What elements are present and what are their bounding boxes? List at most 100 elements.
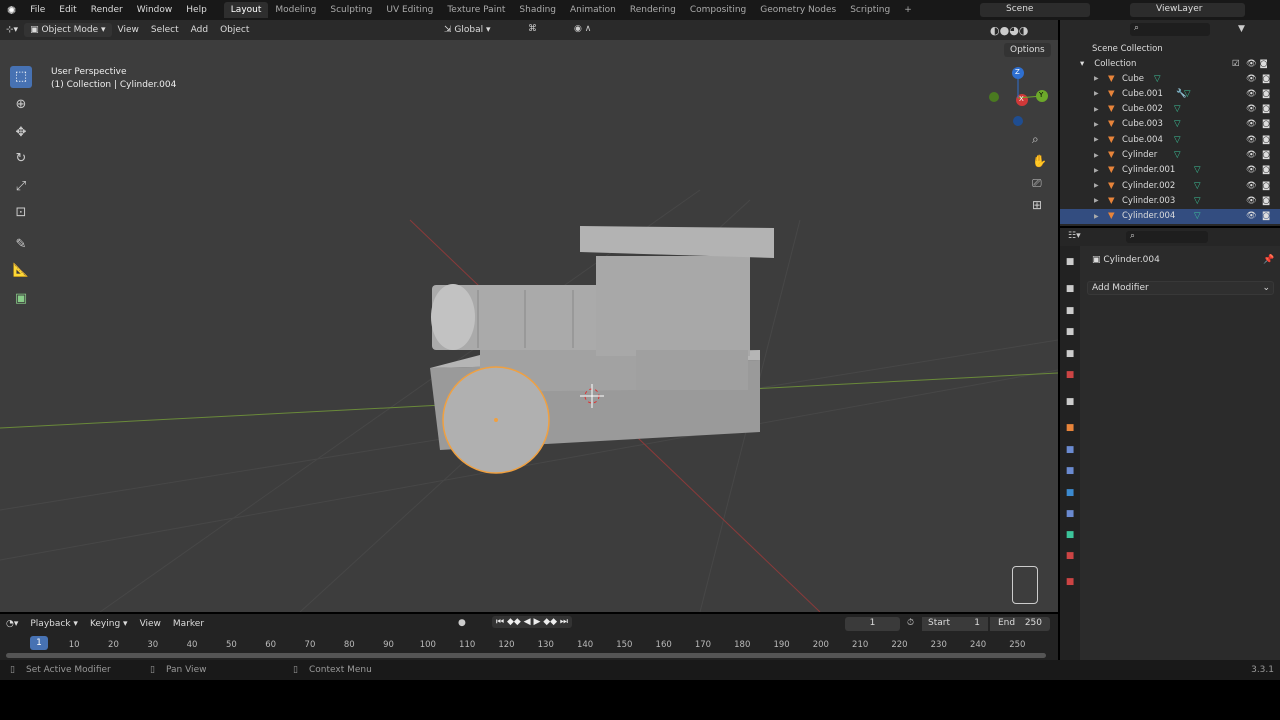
timeline-scrollbar[interactable] bbox=[6, 653, 1046, 658]
outliner-item[interactable]: ▶ ▼ Cube.001 🔧 ▽ 👁 ◙ bbox=[1060, 86, 1280, 101]
mesh-data-icon[interactable]: ▽ bbox=[1154, 74, 1161, 84]
menu-object[interactable]: Object bbox=[214, 23, 255, 37]
material-tab-icon[interactable]: ■ bbox=[1064, 551, 1076, 563]
render-camera-icon[interactable]: ◙ bbox=[1262, 119, 1270, 129]
data-tab-icon[interactable]: ■ bbox=[1064, 530, 1076, 542]
exclude-checkbox[interactable]: ☑ bbox=[1232, 59, 1240, 69]
properties-search-input[interactable]: ⌕ bbox=[1126, 231, 1208, 243]
camera-icon[interactable]: ⎚ bbox=[1032, 176, 1042, 191]
add-workspace-button[interactable]: + bbox=[897, 2, 919, 18]
playhead[interactable]: 1 bbox=[30, 636, 48, 650]
render-camera-icon[interactable]: ◙ bbox=[1262, 165, 1270, 175]
render-camera-icon[interactable]: ◙ bbox=[1262, 135, 1270, 145]
shading-solid-button[interactable]: ◐●◕◑ bbox=[990, 24, 1028, 37]
visibility-eye-icon[interactable]: 👁 bbox=[1246, 211, 1257, 221]
outliner-item[interactable]: ▶ ▼ Cylinder ▽ 👁 ◙ bbox=[1060, 148, 1280, 163]
blender-logo-icon[interactable]: ✺ bbox=[0, 4, 23, 17]
render-camera-icon[interactable]: ◙ bbox=[1262, 150, 1270, 160]
menu-edit[interactable]: Edit bbox=[52, 5, 83, 15]
visibility-eye-icon[interactable]: 👁 bbox=[1246, 135, 1257, 145]
render-camera-icon[interactable]: ◙ bbox=[1262, 104, 1270, 114]
move-tool[interactable]: ✥ bbox=[10, 122, 32, 144]
timeline[interactable]: ◔▾ Playback ▾ Keying ▾ View Marker ● ⏮ ◆… bbox=[0, 614, 1058, 660]
tool-tab-icon[interactable]: ■ bbox=[1064, 257, 1076, 269]
modifier-tab-icon[interactable]: ■ bbox=[1064, 445, 1076, 457]
render-tab-icon[interactable]: ■ bbox=[1064, 284, 1076, 296]
mesh-data-icon[interactable]: ▽ bbox=[1174, 135, 1181, 145]
menu-help[interactable]: Help bbox=[179, 5, 214, 15]
tab-geometry-nodes[interactable]: Geometry Nodes bbox=[753, 2, 843, 18]
texture-tab-icon[interactable]: ■ bbox=[1064, 577, 1076, 589]
mesh-data-icon[interactable]: ▽ bbox=[1174, 150, 1181, 160]
proportional-edit-icon[interactable]: ◉ ∧ bbox=[574, 24, 591, 34]
expand-arrow-icon[interactable]: ▶ bbox=[1094, 75, 1099, 82]
menu-file[interactable]: File bbox=[23, 5, 52, 15]
render-camera-icon[interactable]: ◙ bbox=[1262, 211, 1270, 221]
mesh-data-icon[interactable]: ▽ bbox=[1194, 211, 1201, 221]
tab-rendering[interactable]: Rendering bbox=[623, 2, 683, 18]
menu-select[interactable]: Select bbox=[145, 23, 185, 37]
orientation-selector[interactable]: ⇲ Global ▾ bbox=[438, 23, 497, 37]
select-box-tool[interactable]: ⬚ bbox=[10, 66, 32, 88]
tab-shading[interactable]: Shading bbox=[512, 2, 563, 18]
expand-arrow-icon[interactable]: ▶ bbox=[1094, 152, 1099, 159]
visibility-eye-icon[interactable]: 👁 bbox=[1246, 74, 1257, 84]
menu-view[interactable]: View bbox=[112, 23, 145, 37]
visibility-eye-icon[interactable]: 👁 bbox=[1246, 165, 1257, 175]
object-tab-icon[interactable]: ■ bbox=[1064, 423, 1076, 435]
annotate-tool[interactable]: ✎ bbox=[10, 234, 32, 256]
scene-selector[interactable]: Scene bbox=[980, 3, 1090, 17]
constraints-tab-icon[interactable]: ■ bbox=[1064, 509, 1076, 521]
menu-window[interactable]: Window bbox=[130, 5, 180, 15]
menu-add[interactable]: Add bbox=[185, 23, 214, 37]
view-layer-selector[interactable]: ViewLayer bbox=[1130, 3, 1245, 17]
outliner-item[interactable]: ▶ ▼ Cube.004 ▽ 👁 ◙ bbox=[1060, 132, 1280, 147]
gizmo-y-label[interactable]: Y bbox=[1039, 91, 1043, 99]
scene-tab-icon[interactable]: ■ bbox=[1064, 349, 1076, 361]
visibility-eye-icon[interactable]: 👁 ◙ bbox=[1246, 59, 1268, 69]
expand-arrow-icon[interactable]: ▶ bbox=[1094, 182, 1099, 189]
scene-collection-row[interactable]: Scene Collection bbox=[1060, 41, 1280, 56]
expand-arrow-icon[interactable]: ▶ bbox=[1094, 121, 1099, 128]
tab-modeling[interactable]: Modeling bbox=[268, 2, 323, 18]
measure-tool[interactable]: 📐 bbox=[10, 260, 32, 282]
snap-icon[interactable]: ⌘ bbox=[528, 24, 537, 34]
outliner-item[interactable]: ▶ ▼ Cylinder.003 ▽ 👁 ◙ bbox=[1060, 193, 1280, 208]
expand-arrow-icon[interactable]: ▶ bbox=[1094, 167, 1099, 174]
visibility-eye-icon[interactable]: 👁 bbox=[1246, 104, 1257, 114]
transform-tool[interactable]: ⊡ bbox=[10, 202, 32, 224]
output-tab-icon[interactable]: ■ bbox=[1064, 306, 1076, 318]
visibility-eye-icon[interactable]: 👁 bbox=[1246, 196, 1257, 206]
grid-icon[interactable]: ⊞ bbox=[1032, 198, 1042, 212]
outliner-item[interactable]: ▶ ▼ Cylinder.004 ▽ 👁 ◙ bbox=[1060, 208, 1280, 224]
mesh-data-icon[interactable]: ▽ bbox=[1184, 89, 1191, 99]
world-tab-icon[interactable]: ■ bbox=[1064, 370, 1076, 382]
expand-arrow-icon[interactable]: ▶ bbox=[1094, 136, 1099, 143]
physics-tab-icon[interactable]: ■ bbox=[1064, 488, 1076, 500]
outliner-item[interactable]: ▶ ▼ Cylinder.002 ▽ 👁 ◙ bbox=[1060, 178, 1280, 193]
tab-scripting[interactable]: Scripting bbox=[843, 2, 897, 18]
visibility-eye-icon[interactable]: 👁 bbox=[1246, 119, 1257, 129]
expand-arrow-icon[interactable]: ▶ bbox=[1094, 197, 1099, 204]
outliner-item[interactable]: ▶ ▼ Cylinder.001 ▽ 👁 ◙ bbox=[1060, 163, 1280, 178]
mesh-data-icon[interactable]: ▽ bbox=[1194, 165, 1201, 175]
pin-icon[interactable]: 📌 bbox=[1263, 255, 1274, 265]
expand-arrow-icon[interactable]: ▶ bbox=[1094, 90, 1099, 97]
tab-sculpting[interactable]: Sculpting bbox=[323, 2, 379, 18]
gizmo-z-label[interactable]: Z bbox=[1015, 68, 1020, 76]
outliner-filter-icon[interactable]: ▼ bbox=[1238, 24, 1245, 34]
mesh-data-icon[interactable]: ▽ bbox=[1194, 181, 1201, 191]
menu-render[interactable]: Render bbox=[84, 5, 130, 15]
mesh-data-icon[interactable]: ▽ bbox=[1194, 196, 1201, 206]
cursor-tool[interactable]: ⊕ bbox=[10, 94, 32, 116]
expand-arrow-icon[interactable]: ▶ bbox=[1094, 106, 1099, 113]
particles-tab-icon[interactable]: ■ bbox=[1064, 466, 1076, 478]
render-camera-icon[interactable]: ◙ bbox=[1262, 196, 1270, 206]
editor-type-icon[interactable]: ☷▾ bbox=[1068, 231, 1081, 241]
outliner-item[interactable]: ▶ ▼ Cube.002 ▽ 👁 ◙ bbox=[1060, 102, 1280, 117]
visibility-eye-icon[interactable]: 👁 bbox=[1246, 150, 1257, 160]
navigation-cube-icon[interactable] bbox=[1012, 566, 1038, 604]
tab-animation[interactable]: Animation bbox=[563, 2, 623, 18]
collection-row[interactable]: ▾ Collection ☑ 👁 ◙ bbox=[1060, 56, 1280, 71]
expand-arrow-icon[interactable]: ▶ bbox=[1094, 213, 1099, 220]
